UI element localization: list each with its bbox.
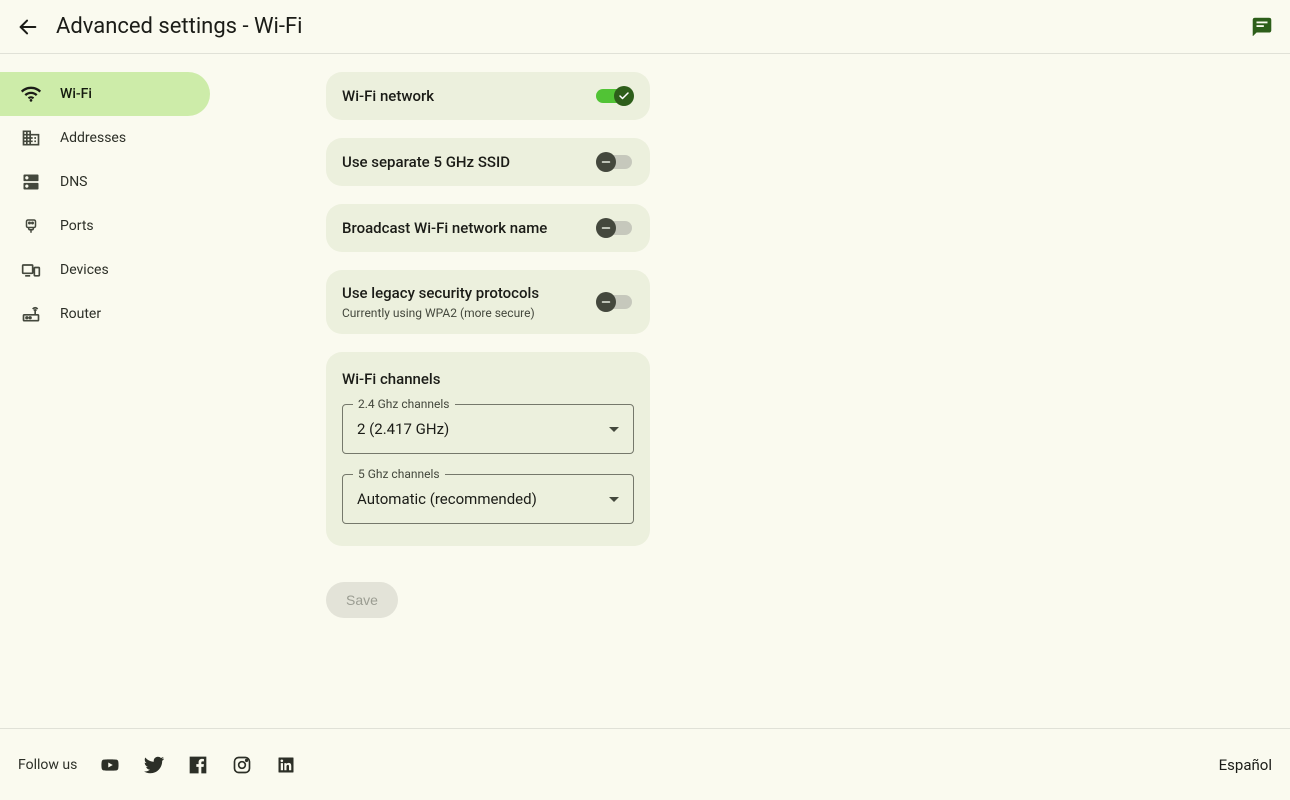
broadcast-name-label: Broadcast Wi-Fi network name [342,219,547,237]
dns-icon [20,171,42,193]
follow-us-label: Follow us [18,757,77,773]
card-legacy-security: Use legacy security protocols Currently … [326,270,650,334]
select-24ghz-legend: 2.4 Ghz channels [353,397,455,411]
sidebar-item-label: Ports [60,218,94,234]
card-separate-ssid: Use separate 5 GHz SSID [326,138,650,186]
facebook-icon [188,755,208,775]
linkedin-link[interactable] [275,754,297,776]
sidebar-item-ports[interactable]: Ports [0,204,210,248]
sidebar-item-addresses[interactable]: Addresses [0,116,210,160]
sidebar-item-label: Router [60,306,101,322]
arrow-back-icon [17,16,39,38]
devices-icon [20,259,42,281]
feedback-button[interactable] [1250,15,1274,39]
card-broadcast-name: Broadcast Wi-Fi network name [326,204,650,252]
sidebar-item-label: Devices [60,262,109,278]
feedback-icon [1251,16,1273,38]
language-selector[interactable]: Español [1219,756,1272,774]
legacy-security-label: Use legacy security protocols [342,284,539,302]
sidebar-item-router[interactable]: Router [0,292,210,336]
youtube-icon [99,756,121,774]
select-5ghz-channel[interactable]: 5 Ghz channels Automatic (recommended) [342,474,634,524]
minus-icon [600,222,612,234]
save-button[interactable]: Save [326,582,398,618]
wifi-icon [20,83,42,105]
addresses-icon [20,127,42,149]
wifi-network-label: Wi-Fi network [342,87,434,105]
sidebar-item-label: Addresses [60,130,126,146]
back-button[interactable] [16,15,40,39]
minus-icon [600,296,612,308]
card-wifi-channels: Wi-Fi channels 2.4 Ghz channels 2 (2.417… [326,352,650,546]
chevron-down-icon [609,427,619,432]
select-24ghz-value: 2 (2.417 GHz) [357,420,609,438]
select-5ghz-value: Automatic (recommended) [357,490,609,508]
youtube-link[interactable] [99,754,121,776]
wifi-channels-title: Wi-Fi channels [342,370,634,388]
page-title: Advanced settings - Wi-Fi [56,14,303,39]
sidebar-item-label: Wi-Fi [60,86,92,102]
sidebar-item-label: DNS [60,174,88,190]
legacy-security-toggle[interactable] [596,292,634,312]
facebook-link[interactable] [187,754,209,776]
wifi-network-toggle[interactable] [596,86,634,106]
check-icon [618,90,630,102]
sidebar-item-dns[interactable]: DNS [0,160,210,204]
select-24ghz-channel[interactable]: 2.4 Ghz channels 2 (2.417 GHz) [342,404,634,454]
main-content: Wi-Fi network Use separate 5 GHz SSID [326,54,1290,618]
footer: Follow us Español [0,728,1290,800]
instagram-icon [232,755,252,775]
sidebar: Wi-Fi Addresses DNS Ports Devices [0,54,326,618]
chevron-down-icon [609,497,619,502]
sidebar-item-wifi[interactable]: Wi-Fi [0,72,210,116]
legacy-security-sub: Currently using WPA2 (more secure) [342,306,539,320]
broadcast-name-toggle[interactable] [596,218,634,238]
app-header: Advanced settings - Wi-Fi [0,0,1290,54]
separate-ssid-label: Use separate 5 GHz SSID [342,153,510,171]
twitter-link[interactable] [143,754,165,776]
separate-ssid-toggle[interactable] [596,152,634,172]
router-icon [20,303,42,325]
twitter-icon [143,754,165,776]
select-5ghz-legend: 5 Ghz channels [353,467,445,481]
card-wifi-network: Wi-Fi network [326,72,650,120]
instagram-link[interactable] [231,754,253,776]
sidebar-item-devices[interactable]: Devices [0,248,210,292]
minus-icon [600,156,612,168]
linkedin-icon [276,755,296,775]
ports-icon [20,215,42,237]
